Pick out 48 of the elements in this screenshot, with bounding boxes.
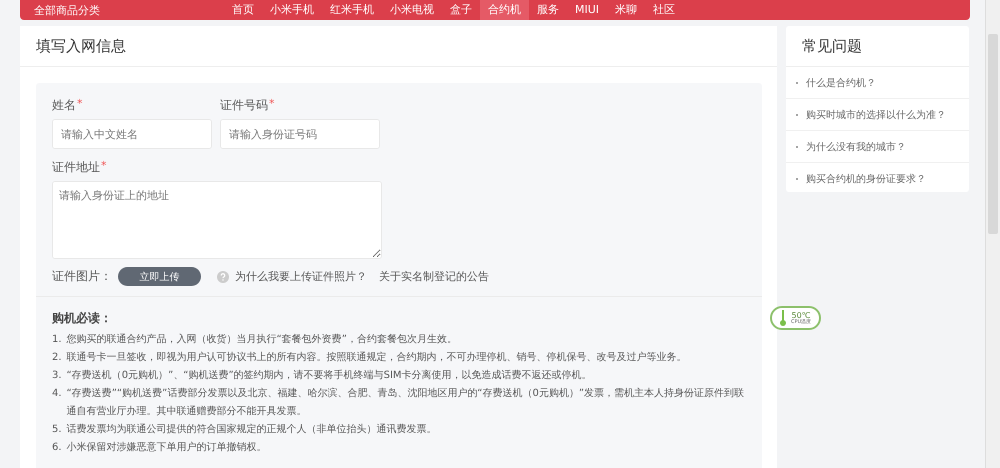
field-label: 姓名 (52, 97, 76, 114)
note-text: 您购买的联通合约产品，入网（收货）当月执行“套餐包外资费”，合约套餐包次月生效。 (66, 332, 457, 347)
notes-title: 购机必读： (52, 311, 112, 325)
help-link[interactable]: 为什么我要上传证件照片？ (235, 269, 367, 284)
text-field[interactable]: 请输入身份证号码 (220, 119, 380, 149)
list-number: 3. (52, 369, 62, 383)
field-label: 证件图片： (52, 268, 112, 285)
note-text: 话费发票均为联通公司提供的符合国家规定的正规个人（非单位抬头）通讯费发票。 (66, 422, 437, 437)
note-text: 联通号卡一旦签收，即视为用户认可协议书上的所有内容。按照联通规定，合约期内，不可办理停机、销号、停机保号、改号及过户等业务。 (66, 350, 687, 365)
list-number: 2. (52, 351, 62, 365)
category-menu[interactable]: 全部商品分类 (20, 2, 224, 18)
notice-link[interactable]: 关于实名制登记的公告 (379, 269, 489, 284)
list-number: 6. (52, 441, 62, 455)
text-area[interactable]: 请输入身份证上的地址 (52, 181, 382, 259)
nav-tab[interactable]: 盒子 (442, 0, 480, 20)
nav-tab[interactable]: 社区 (645, 0, 684, 20)
faq-link[interactable]: 什么是合约机？ (806, 76, 876, 90)
scrollbar[interactable] (985, 0, 1000, 468)
faq-link[interactable]: 购买时城市的选择以什么为准？ (806, 108, 946, 122)
required-mark: * (269, 97, 274, 110)
faq-link[interactable]: 购买合约机的身份证要求？ (806, 172, 926, 186)
list-number: 4. (52, 387, 62, 401)
temperature-text: 50℃ (792, 312, 811, 320)
nav-tab[interactable]: 红米手机 (322, 0, 382, 20)
nav-tab[interactable]: 小米手机 (262, 0, 322, 20)
note-text: “存费送费”“购机送费”话费部分发票以及北京、福建、哈尔滨、合肥、青岛、沈阳地区用户的“存费送机（0元购机）”发票，需机主本人持身份证原件到联通自有营业厅办理。其中联通赠费部分不能开具发票。 (66, 386, 745, 419)
note-text: “存费送机（0元购机）”、“购机送费”的签约期内，请不要将手机终端与SIM卡分离使用，以免造成话费不返还或停机。 (66, 368, 592, 383)
faq-title: 常见问题 (802, 36, 862, 56)
required-mark: * (101, 159, 106, 172)
note-text: 小米保留对涉嫌恶意下单用户的订单撤销权。 (66, 440, 267, 455)
scroll-thumb[interactable] (988, 34, 998, 234)
text-field[interactable]: 请输入中文姓名 (52, 119, 212, 149)
faq-link[interactable]: 为什么没有我的城市？ (806, 140, 906, 154)
field-label: 证件地址 (52, 159, 100, 176)
field-label: 证件号码 (220, 97, 268, 114)
nav-tab[interactable]: 合约机 (480, 0, 529, 20)
list-number: 1. (52, 333, 62, 347)
upload-button[interactable]: 立即上传 (118, 267, 201, 286)
list-number: 5. (52, 423, 62, 437)
nav-tab[interactable]: MIUI (567, 0, 608, 20)
nav-tab[interactable]: 小米电视 (382, 0, 442, 20)
required-mark: * (77, 97, 82, 110)
nav-tab[interactable]: 首页 (224, 0, 262, 20)
help-icon (217, 270, 229, 282)
section-title: 填写入网信息 (36, 36, 126, 56)
thermometer-icon (780, 310, 786, 326)
nav-tab[interactable]: 服务 (529, 0, 567, 20)
nav-tab[interactable]: 米聊 (607, 0, 646, 20)
